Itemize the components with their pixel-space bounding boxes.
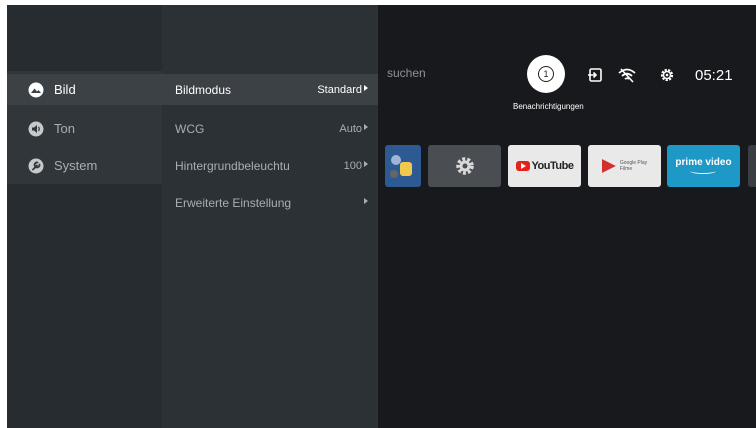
top-bar: 1 xyxy=(527,55,565,93)
search-hint[interactable]: suchen xyxy=(387,66,426,80)
setting-name: Erweiterte Einstellung xyxy=(175,195,292,210)
app-tile-settings[interactable] xyxy=(428,145,501,187)
setting-row-backlight[interactable]: Hintergrundbeleuchtu 100 xyxy=(162,150,378,181)
menu-item-system[interactable]: System xyxy=(7,150,162,181)
settings-detail-panel: Bildmodus Standard WCG Auto Hintergrundb… xyxy=(162,5,378,428)
wifi-icon[interactable] xyxy=(617,65,637,85)
wrench-icon xyxy=(28,158,44,174)
picture-icon xyxy=(28,82,44,98)
input-icon[interactable] xyxy=(585,65,605,85)
setting-value: 100 xyxy=(343,159,362,172)
chevron-right-icon xyxy=(364,161,368,167)
app-tile-google-play-movies[interactable]: Google Play Filme xyxy=(588,145,661,187)
prime-smile-icon xyxy=(690,168,717,174)
chevron-right-icon xyxy=(364,124,368,130)
menu-item-label: Bild xyxy=(54,82,76,97)
settings-gear-icon[interactable] xyxy=(657,65,677,85)
chevron-right-icon xyxy=(364,198,368,204)
setting-value: Standard xyxy=(317,83,362,96)
setting-row-wcg[interactable]: WCG Auto xyxy=(162,113,378,144)
setting-row-advanced[interactable]: Erweiterte Einstellung xyxy=(162,187,378,218)
chevron-right-icon xyxy=(364,85,368,91)
youtube-play-icon xyxy=(515,161,530,171)
youtube-label: YouTube xyxy=(531,160,574,172)
menu-item-label: Ton xyxy=(54,121,75,136)
notification-button[interactable]: 1 xyxy=(527,55,565,93)
google-play-sublabel: Filme xyxy=(619,166,633,172)
menu-item-label: System xyxy=(54,158,98,173)
setting-value: Auto xyxy=(339,122,362,135)
app-tile-youtube[interactable]: YouTube xyxy=(508,145,581,187)
setting-name: Bildmodus xyxy=(175,82,232,97)
clock: 05:21 xyxy=(695,67,733,84)
tv-screen: suchen 1 05:21 Benachrichtigungen YouTub… xyxy=(7,5,756,428)
setting-name: WCG xyxy=(175,121,205,136)
menu-item-bild[interactable]: Bild xyxy=(7,74,162,105)
prime-video-label: prime video xyxy=(675,157,732,168)
notification-count: 1 xyxy=(538,66,554,82)
notification-label: Benachrichtigungen xyxy=(513,102,584,111)
speaker-icon xyxy=(28,121,44,137)
gear-icon xyxy=(455,157,474,175)
app-tile-prime-video[interactable]: prime video xyxy=(667,145,740,187)
menu-item-ton[interactable]: Ton xyxy=(7,113,162,144)
app-tile-edge[interactable] xyxy=(748,145,756,187)
setting-name: Hintergrundbeleuchtu xyxy=(175,158,290,173)
settings-category-panel: Bild Ton System xyxy=(7,5,162,428)
google-play-icon xyxy=(601,159,616,173)
setting-row-bildmodus[interactable]: Bildmodus Standard xyxy=(162,74,378,105)
app-tile-partial[interactable] xyxy=(385,145,421,187)
